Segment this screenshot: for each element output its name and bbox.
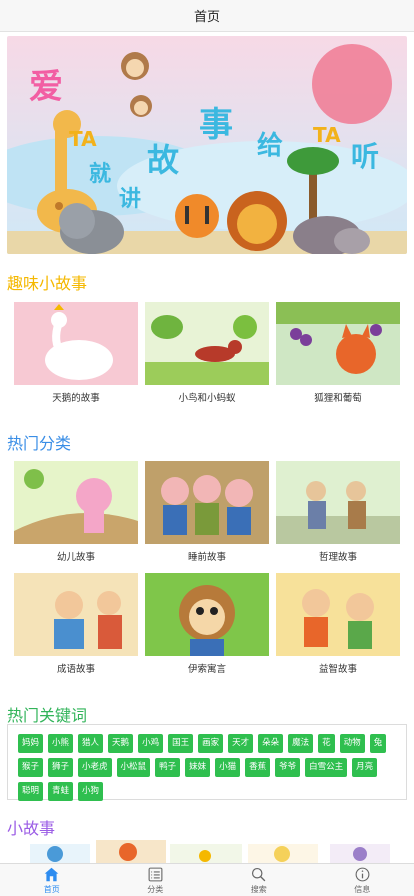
keyword-tag[interactable]: 鸭子 bbox=[155, 758, 181, 777]
story-card[interactable]: 小鸟和小蚂蚁 bbox=[145, 302, 269, 404]
category-title: 哲理故事 bbox=[318, 552, 357, 563]
search-icon bbox=[252, 867, 266, 881]
tab-search[interactable]: 搜索 bbox=[207, 864, 311, 896]
category-thumbnail bbox=[276, 461, 400, 544]
banner-char: 讲 bbox=[119, 187, 141, 212]
category-card[interactable]: 睡前故事 bbox=[145, 461, 269, 563]
keyword-tag[interactable]: 猎人 bbox=[78, 734, 104, 753]
keyword-tag[interactable]: 妹妹 bbox=[185, 758, 211, 777]
tab-label: 信息 bbox=[354, 884, 371, 894]
keyword-tag[interactable]: 兔 bbox=[369, 734, 387, 753]
category-thumbnail bbox=[145, 573, 269, 656]
category-card[interactable]: 成语故事 bbox=[14, 573, 138, 675]
keyword-tag[interactable]: 妈妈 bbox=[18, 734, 44, 753]
keyword-tag[interactable]: 小老虎 bbox=[78, 758, 112, 777]
tab-info[interactable]: 信息 bbox=[311, 864, 414, 896]
keyword-tag[interactable]: 青蛙 bbox=[48, 782, 74, 801]
keyword-tag[interactable]: 猴子 bbox=[18, 758, 44, 777]
keyword-tag[interactable]: 小狗 bbox=[78, 782, 104, 801]
story-thumbnail bbox=[14, 302, 138, 385]
banner-char: 事 bbox=[199, 105, 233, 145]
keyword-tag[interactable]: 朵朵 bbox=[258, 734, 284, 753]
tab-label: 分类 bbox=[147, 884, 164, 894]
navigation-bar: 首页 bbox=[0, 0, 414, 32]
keyword-tag[interactable]: 花 bbox=[318, 734, 335, 753]
section-title-keywords: 热门关键词 bbox=[7, 706, 88, 725]
category-title: 睡前故事 bbox=[187, 552, 226, 563]
category-thumbnail bbox=[14, 573, 138, 656]
keyword-list: 妈妈 小熊 猎人 天鹅 小鸡 国王 画家 天才 朵朵 魔法花动物兔猴子 狮子 小老虎 小松鼠 鸭子 妹妹 小猫… bbox=[18, 734, 396, 801]
banner-char: 故 bbox=[147, 141, 179, 179]
keyword-tag[interactable]: 小松鼠 bbox=[116, 758, 151, 777]
tab-category[interactable]: 分类 bbox=[104, 864, 208, 896]
keyword-tag[interactable]: 月亮 bbox=[352, 758, 378, 777]
category-title: 益智故事 bbox=[318, 664, 357, 675]
category-thumbnail bbox=[276, 573, 400, 656]
keyword-tag[interactable]: 白雪公主 bbox=[305, 758, 348, 777]
home-icon bbox=[44, 867, 59, 881]
section-title-categories: 热门分类 bbox=[7, 434, 72, 453]
category-card[interactable]: 益智故事 bbox=[276, 573, 400, 675]
info-icon bbox=[355, 867, 370, 881]
story-title: 狐狸和葡萄 bbox=[314, 393, 362, 404]
keyword-tag[interactable]: 动物 bbox=[339, 734, 365, 753]
page-title: 首页 bbox=[193, 10, 220, 25]
story-card[interactable]: 狐狸和葡萄 bbox=[276, 302, 400, 404]
category-card[interactable]: 伊索寓言 bbox=[145, 573, 269, 675]
list-icon bbox=[148, 867, 163, 881]
keyword-tag[interactable]: 画家 bbox=[198, 734, 224, 753]
section-title-small-stories: 小故事 bbox=[7, 819, 56, 838]
story-thumbnail bbox=[276, 302, 400, 385]
keyword-tag[interactable]: 爷爷 bbox=[275, 758, 301, 777]
story-thumbnail bbox=[145, 302, 269, 385]
category-thumbnail bbox=[14, 461, 138, 544]
banner-char: TA bbox=[313, 123, 341, 147]
keyword-panel: 妈妈 小熊 猎人 天鹅 小鸡 国王 画家 天才 朵朵 魔法花动物兔猴子 狮子 小老虎 小松鼠 鸭子 妹妹 小猫… bbox=[7, 724, 407, 801]
banner-char: 爱 bbox=[29, 67, 63, 107]
banner-char: 就 bbox=[89, 161, 111, 187]
category-title: 幼儿故事 bbox=[56, 552, 95, 563]
banner-char: TA bbox=[69, 127, 97, 151]
banner-char: 听 bbox=[351, 140, 379, 173]
keyword-tag[interactable]: 天才 bbox=[228, 734, 254, 753]
keyword-tag[interactable]: 天鹅 bbox=[108, 734, 134, 753]
story-title: 天鹅的故事 bbox=[52, 393, 100, 404]
keyword-tag[interactable]: 聪明 bbox=[18, 782, 44, 801]
small-story-strip[interactable] bbox=[0, 840, 414, 864]
keyword-tag[interactable]: 国王 bbox=[168, 734, 194, 753]
keyword-tag[interactable]: 小熊 bbox=[48, 734, 74, 753]
banner-image[interactable]: 爱 TA 就 讲 故 事 给 TA 听 bbox=[7, 36, 407, 254]
keyword-tag[interactable]: 小猫 bbox=[215, 758, 241, 777]
tab-label: 搜索 bbox=[250, 884, 267, 894]
tab-home[interactable]: 首页 bbox=[0, 864, 104, 896]
keyword-tag[interactable]: 香蕉 bbox=[245, 758, 271, 777]
keyword-tag[interactable]: 小鸡 bbox=[138, 734, 164, 753]
section-title-stories: 趣味小故事 bbox=[7, 274, 88, 293]
tab-bar: 首页 分类 搜索 信息 bbox=[0, 863, 414, 896]
keyword-tag[interactable]: 魔法 bbox=[288, 734, 314, 753]
category-title: 伊索寓言 bbox=[187, 664, 226, 675]
category-thumbnail bbox=[145, 461, 269, 544]
category-card[interactable]: 幼儿故事 bbox=[14, 461, 138, 563]
story-title: 小鸟和小蚂蚁 bbox=[178, 393, 236, 404]
story-card[interactable]: 天鹅的故事 bbox=[14, 302, 138, 404]
tab-label: 首页 bbox=[43, 884, 60, 894]
banner-char: 给 bbox=[257, 130, 283, 161]
category-title: 成语故事 bbox=[56, 664, 95, 675]
keyword-tag[interactable]: 狮子 bbox=[48, 758, 74, 777]
category-card[interactable]: 哲理故事 bbox=[276, 461, 400, 563]
